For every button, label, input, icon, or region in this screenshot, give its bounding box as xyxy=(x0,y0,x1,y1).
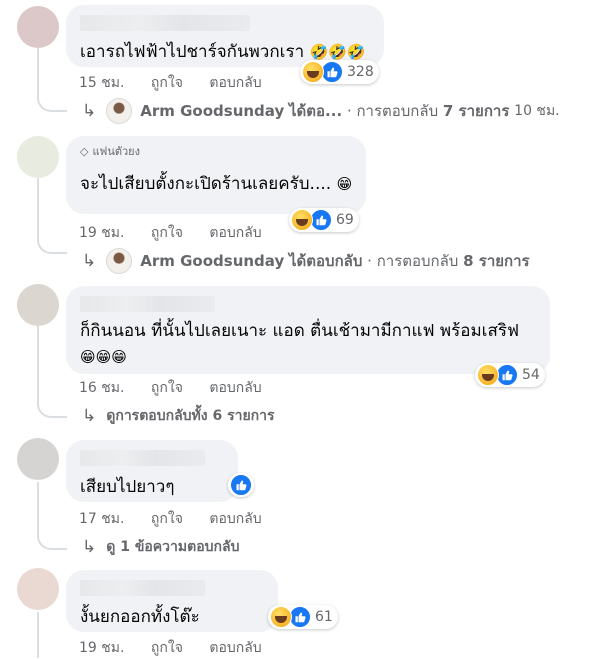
comment-meta: 19 ชม. ถูกใจ ตอบกลับ xyxy=(79,222,284,244)
commenter-name-blurred[interactable] xyxy=(80,450,205,466)
replier-avatar xyxy=(106,98,133,124)
comment-emoji: 😁😁😁 xyxy=(80,348,127,366)
like-icon xyxy=(496,364,518,386)
haha-icon xyxy=(477,364,499,386)
haha-icon xyxy=(291,209,313,231)
reply-action: ได้ตอบกลับ xyxy=(289,252,363,270)
view-replies-link[interactable]: ↳ Arm Goodsunday ได้ตอบกลับ · การตอบกลับ… xyxy=(82,248,530,274)
haha-icon xyxy=(302,61,324,83)
reply-arrow-icon: ↳ xyxy=(82,537,97,557)
like-button[interactable]: ถูกใจ xyxy=(151,637,183,659)
view-replies-link[interactable]: ↳ ดู 1 ข้อความตอบกลับ xyxy=(82,536,239,558)
thread-line xyxy=(37,178,39,234)
comment-bubble: ก็กินนอน ที่นั้นไปเลยเนาะ แอด ตื่นเช้ามา… xyxy=(66,286,550,374)
reaction-summary[interactable]: 328 xyxy=(300,60,379,84)
badge-label: แฟนตัวยง xyxy=(92,145,141,158)
comment-time[interactable]: 19 ชม. xyxy=(79,222,124,244)
like-icon xyxy=(230,474,252,496)
reply-prefix: · การตอบกลับ xyxy=(346,102,439,120)
reply-button[interactable]: ตอบกลับ xyxy=(209,637,261,659)
thread-line xyxy=(37,482,39,530)
reply-prefix: · การตอบกลับ xyxy=(367,252,459,270)
comment-text: เสียบไปยาวๆ xyxy=(80,474,224,500)
commenter-name-blurred[interactable] xyxy=(80,15,250,31)
reply-button[interactable]: ตอบกลับ xyxy=(209,377,261,399)
diamond-icon: ◇ xyxy=(80,145,89,158)
comment-emoji: 🤣🤣🤣 xyxy=(309,43,366,61)
view-replies-text: ดูการตอบกลับทั้ง 6 รายการ xyxy=(106,408,275,424)
reply-arrow-icon: ↳ xyxy=(82,406,97,426)
avatar[interactable] xyxy=(17,136,59,178)
commenter-name-blurred[interactable] xyxy=(80,580,205,596)
like-button[interactable]: ถูกใจ xyxy=(151,72,183,94)
comment-body: จะไปเสียบตั้งกะเปิดร้านเลยครับ.... xyxy=(80,174,332,194)
comment-bubble: ◇ แฟนตัวยง จะไปเสียบตั้งกะเปิดร้านเลยครั… xyxy=(66,136,366,214)
avatar[interactable] xyxy=(17,438,59,480)
like-icon xyxy=(321,61,343,83)
comment-meta: 19 ชม. ถูกใจ ตอบกลับ xyxy=(79,637,284,659)
reply-count: 7 รายการ xyxy=(442,102,510,120)
replier-name: Arm Goodsunday xyxy=(140,252,285,270)
comment-meta: 17 ชม. ถูกใจ ตอบกลับ xyxy=(79,508,284,530)
replier-name: Arm Goodsunday xyxy=(140,102,285,120)
thread-line xyxy=(37,48,39,92)
replier-avatar xyxy=(106,248,133,274)
comment-text: ก็กินนอน ที่นั้นไปเลยเนาะ แอด ตื่นเช้ามา… xyxy=(80,318,536,370)
comment-time[interactable]: 19 ชม. xyxy=(79,637,124,659)
view-replies-link[interactable]: ↳ ดูการตอบกลับทั้ง 6 รายการ xyxy=(82,405,275,427)
reaction-summary[interactable]: 61 xyxy=(268,605,338,629)
reaction-count: 54 xyxy=(522,367,540,383)
comment-body: เสียบไปยาวๆ xyxy=(80,477,175,497)
haha-icon xyxy=(270,606,292,628)
like-icon xyxy=(289,606,311,628)
like-button[interactable]: ถูกใจ xyxy=(151,222,183,244)
avatar[interactable] xyxy=(17,568,59,610)
view-replies-link[interactable]: ↳ Arm Goodsunday ได้ตอ... · การตอบกลับ 7… xyxy=(82,98,560,124)
comment-bubble: งั้นยกออกทั้งโต๊ะ xyxy=(66,570,278,632)
thread-line xyxy=(37,612,39,658)
thread-line xyxy=(37,398,67,418)
like-button[interactable]: ถูกใจ xyxy=(151,508,183,530)
reply-button[interactable]: ตอบกลับ xyxy=(209,508,261,530)
comment-text: จะไปเสียบตั้งกะเปิดร้านเลยครับ.... 😁 xyxy=(80,171,352,197)
comment-bubble: เอารถไฟฟ้าไปชาร์จกันพวกเรา 🤣🤣🤣 xyxy=(66,5,384,67)
reaction-summary[interactable]: 69 xyxy=(289,208,359,232)
avatar[interactable] xyxy=(17,284,59,326)
comment-emoji: 😁 xyxy=(336,175,353,193)
view-replies-text: ดู 1 ข้อความตอบกลับ xyxy=(106,539,240,555)
reaction-count: 61 xyxy=(315,609,333,625)
comment-meta: 16 ชม. ถูกใจ ตอบกลับ xyxy=(79,377,284,399)
comment-text: งั้นยกออกทั้งโต๊ะ xyxy=(80,604,264,630)
avatar[interactable] xyxy=(17,6,59,48)
reaction-count: 69 xyxy=(336,212,354,228)
reply-button[interactable]: ตอบกลับ xyxy=(209,222,261,244)
comment-meta: 15 ชม. ถูกใจ ตอบกลับ xyxy=(79,72,284,94)
commenter-name-blurred[interactable] xyxy=(80,296,215,312)
reply-arrow-icon: ↳ xyxy=(82,251,97,271)
thread-line xyxy=(37,326,39,398)
reply-button[interactable]: ตอบกลับ xyxy=(209,72,261,94)
top-fan-badge: ◇ แฟนตัวยง xyxy=(80,144,352,159)
reply-arrow-icon: ↳ xyxy=(82,101,97,121)
comment-time[interactable]: 15 ชม. xyxy=(79,72,124,94)
comment-bubble: เสียบไปยาวๆ xyxy=(66,440,238,502)
reply-count: 8 รายการ xyxy=(463,252,530,270)
thread-line xyxy=(37,234,67,254)
comment-time[interactable]: 16 ชม. xyxy=(79,377,124,399)
reply-action: ได้ตอ... xyxy=(289,102,343,120)
comment-time[interactable]: 17 ชม. xyxy=(79,508,124,530)
reaction-summary[interactable] xyxy=(228,473,254,497)
reaction-summary[interactable]: 54 xyxy=(475,363,545,387)
reply-time: 10 ชม. xyxy=(514,103,560,119)
comment-body: ก็กินนอน ที่นั้นไปเลยเนาะ แอด ตื่นเช้ามา… xyxy=(80,321,520,341)
comment-body: งั้นยกออกทั้งโต๊ะ xyxy=(80,607,200,627)
comment-body: เอารถไฟฟ้าไปชาร์จกันพวกเรา xyxy=(80,42,305,62)
thread-line xyxy=(37,530,67,550)
thread-line xyxy=(37,92,67,112)
reaction-count: 328 xyxy=(347,64,374,80)
like-icon xyxy=(310,209,332,231)
like-button[interactable]: ถูกใจ xyxy=(151,377,183,399)
